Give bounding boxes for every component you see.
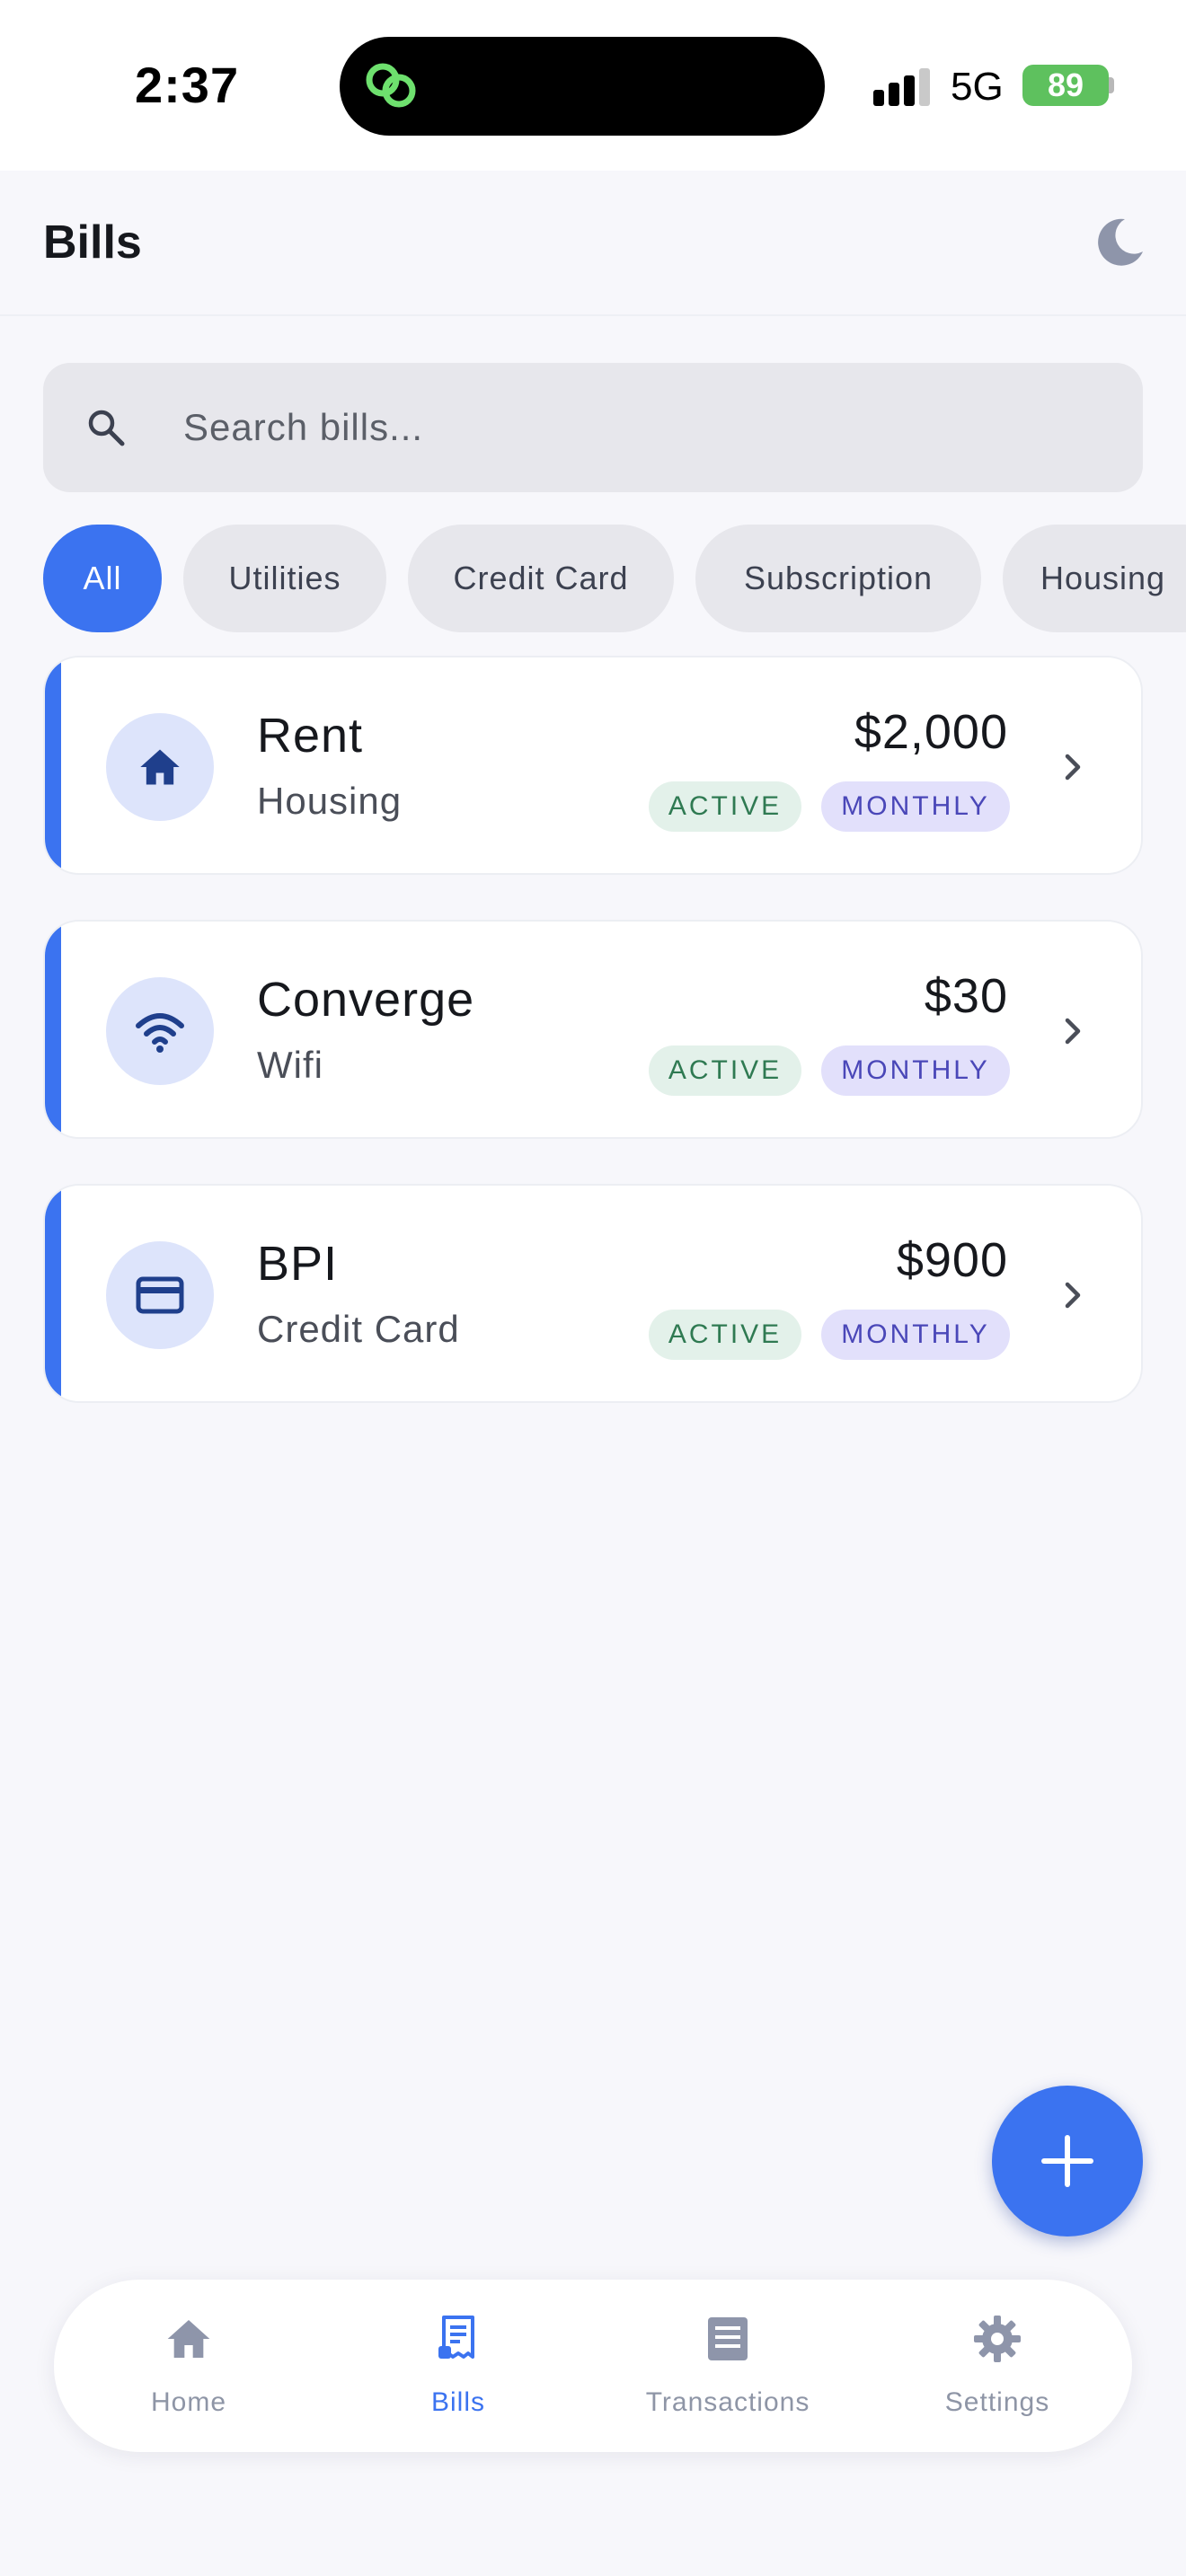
bill-name: Converge xyxy=(257,973,475,1027)
bill-category: Credit Card xyxy=(257,1308,460,1350)
moon-icon[interactable] xyxy=(1094,216,1146,268)
chevron-right-icon xyxy=(1065,1282,1081,1309)
battery-tip xyxy=(1109,77,1114,93)
bottom-nav: Home Bills Transactions Settings xyxy=(54,2280,1132,2452)
header-divider xyxy=(0,314,1186,316)
network-type: 5G xyxy=(951,65,1004,109)
bill-icon-circle xyxy=(106,713,214,821)
frequency-badge: MONTHLY xyxy=(821,1310,1010,1360)
filter-chip-credit-card[interactable]: Credit Card xyxy=(408,525,674,632)
bill-card-converge[interactable]: Converge Wifi $30 ACTIVE MONTHLY xyxy=(43,920,1143,1139)
bill-amount: $900 xyxy=(896,1233,1008,1287)
filter-chip-all[interactable]: All xyxy=(43,525,162,632)
list-icon xyxy=(708,2317,748,2360)
nav-label: Transactions xyxy=(645,2387,810,2417)
frequency-badge: MONTHLY xyxy=(821,781,1010,832)
bill-card-rent[interactable]: Rent Housing $2,000 ACTIVE MONTHLY xyxy=(43,656,1143,875)
gear-icon xyxy=(974,2316,1021,2362)
search-box[interactable] xyxy=(43,363,1143,492)
card-accent xyxy=(45,657,61,873)
home-icon xyxy=(140,749,180,785)
add-bill-button[interactable] xyxy=(992,2086,1143,2236)
status-bar: 2:37 5G 89 xyxy=(0,0,1186,171)
bill-amount: $2,000 xyxy=(854,705,1008,759)
bill-name: BPI xyxy=(257,1237,339,1291)
bill-icon-circle xyxy=(106,977,214,1085)
bill-amount: $30 xyxy=(924,969,1008,1023)
nav-label: Settings xyxy=(944,2387,1050,2417)
chevron-right-icon xyxy=(1065,754,1081,781)
status-time: 2:37 xyxy=(135,57,240,113)
filter-chip-housing[interactable]: Housing xyxy=(1003,525,1186,632)
status-badge: ACTIVE xyxy=(649,1310,801,1360)
bill-category: Housing xyxy=(257,780,403,822)
bill-card-bpi[interactable]: BPI Credit Card $900 ACTIVE MONTHLY xyxy=(43,1184,1143,1403)
page-title: Bills xyxy=(43,216,142,269)
filter-chip-utilities[interactable]: Utilities xyxy=(183,525,386,632)
home-icon xyxy=(167,2320,210,2358)
bill-category: Wifi xyxy=(257,1044,323,1086)
battery-indicator: 89 xyxy=(1022,65,1109,106)
nav-label: Bills xyxy=(430,2387,485,2417)
frequency-badge: MONTHLY xyxy=(821,1045,1010,1096)
battery-level: 89 xyxy=(1047,66,1084,103)
wifi-icon xyxy=(136,1013,184,1053)
nav-item-bills[interactable]: Bills xyxy=(323,2280,593,2452)
filter-chip-subscription[interactable]: Subscription xyxy=(695,525,981,632)
status-badge: ACTIVE xyxy=(649,781,801,832)
link-rings-icon xyxy=(366,63,416,108)
card-accent xyxy=(45,922,61,1137)
card-accent xyxy=(45,1186,61,1401)
bill-icon-circle xyxy=(106,1241,214,1349)
receipt-icon xyxy=(438,2316,474,2359)
search-input[interactable] xyxy=(183,363,1100,492)
bill-name: Rent xyxy=(257,709,364,763)
signal-icon xyxy=(873,68,930,106)
search-icon xyxy=(88,410,125,446)
plus-icon xyxy=(1041,2135,1093,2187)
chevron-right-icon xyxy=(1065,1018,1081,1045)
nav-label: Home xyxy=(150,2387,227,2417)
nav-item-home[interactable]: Home xyxy=(54,2280,323,2452)
credit-card-icon xyxy=(136,1276,184,1314)
status-badge: ACTIVE xyxy=(649,1045,801,1096)
nav-item-settings[interactable]: Settings xyxy=(863,2280,1132,2452)
nav-item-transactions[interactable]: Transactions xyxy=(593,2280,863,2452)
dynamic-island xyxy=(340,37,825,136)
